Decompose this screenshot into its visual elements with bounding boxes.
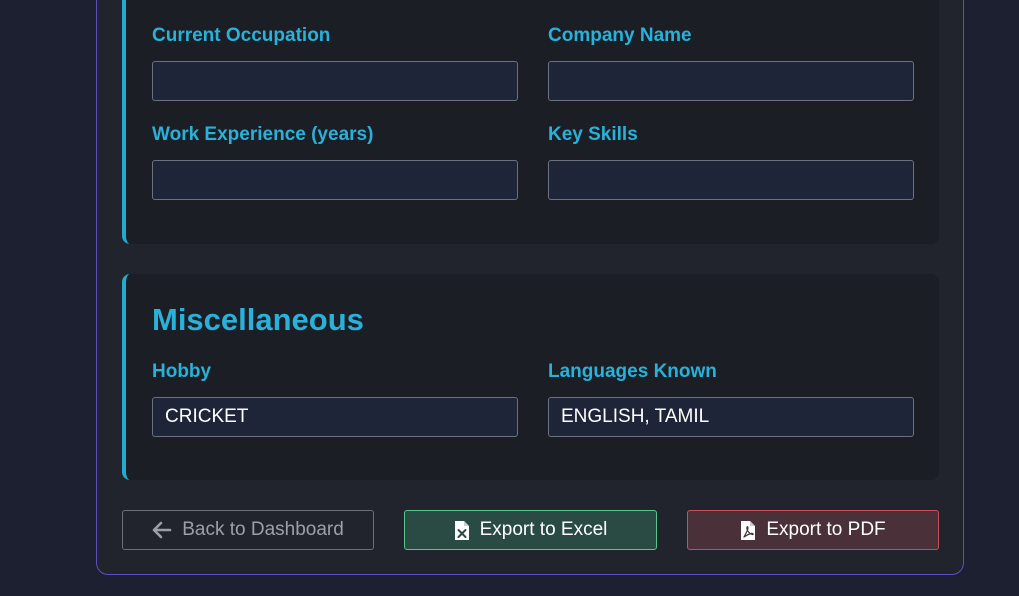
export-excel-button[interactable]: Export to Excel (404, 510, 657, 550)
section-title: Miscellaneous (152, 302, 364, 337)
languages-field[interactable]: ENGLISH, TAMIL (548, 397, 914, 437)
back-to-dashboard-button[interactable]: Back to Dashboard (122, 510, 374, 550)
export-pdf-button[interactable]: Export to PDF (687, 510, 939, 550)
occupation-field[interactable] (152, 61, 518, 101)
hobby-field[interactable]: CRICKET (152, 397, 518, 437)
hobby-label: Hobby (152, 361, 212, 382)
export-excel-label: Export to Excel (479, 519, 608, 540)
company-field[interactable] (548, 61, 914, 101)
professional-section: Current Occupation Company Name Work Exp… (122, 0, 939, 244)
arrow-left-icon (152, 521, 172, 539)
miscellaneous-section: Miscellaneous Hobby CRICKET Languages Kn… (122, 274, 939, 480)
experience-label: Work Experience (years) (152, 124, 374, 145)
skills-field[interactable] (548, 160, 914, 200)
export-pdf-label: Export to PDF (766, 519, 886, 540)
skills-label: Key Skills (548, 124, 638, 145)
languages-label: Languages Known (548, 361, 717, 382)
experience-field[interactable] (152, 160, 518, 200)
file-excel-icon (454, 520, 470, 541)
occupation-label: Current Occupation (152, 25, 331, 46)
company-label: Company Name (548, 25, 692, 46)
file-pdf-icon (740, 520, 756, 541)
back-button-label: Back to Dashboard (182, 519, 344, 540)
